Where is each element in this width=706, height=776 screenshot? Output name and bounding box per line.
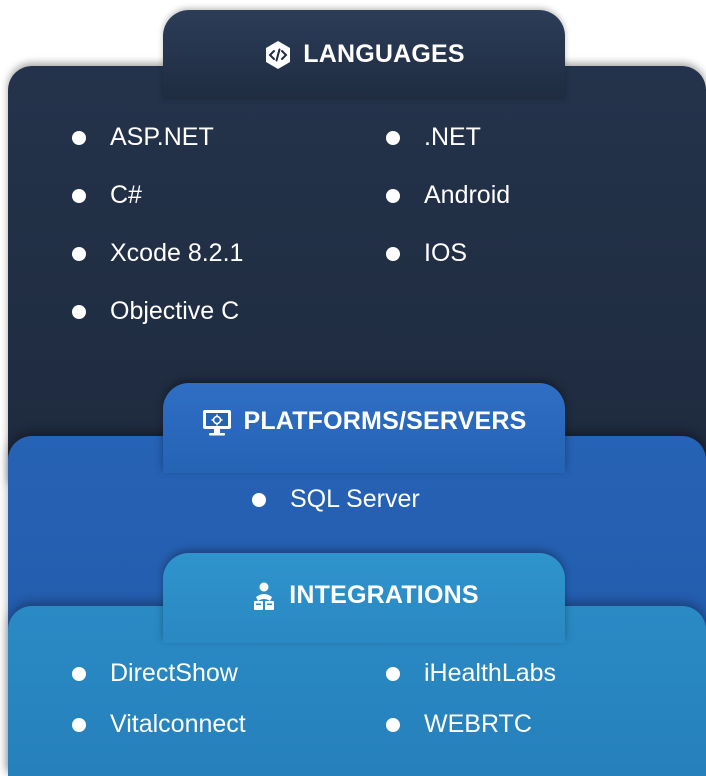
list-item-label: SQL Server bbox=[290, 485, 420, 513]
bullet-icon bbox=[72, 130, 86, 145]
bullet-icon bbox=[386, 246, 400, 261]
integrations-tab: INTEGRATIONS bbox=[163, 553, 565, 643]
list-item: Xcode 8.2.1 bbox=[72, 239, 243, 268]
platforms-title: PLATFORMS/SERVERS bbox=[243, 407, 527, 435]
list-item-label: DirectShow bbox=[110, 659, 238, 687]
bullet-icon bbox=[72, 666, 86, 681]
list-item-label: C# bbox=[110, 181, 142, 209]
code-icon bbox=[263, 40, 293, 70]
list-item: iHealthLabs bbox=[386, 659, 556, 688]
bullet-icon bbox=[386, 666, 400, 681]
bullet-icon bbox=[386, 130, 400, 145]
list-item-label: Android bbox=[424, 181, 511, 209]
list-item: Vitalconnect bbox=[72, 710, 246, 739]
bullet-icon bbox=[252, 492, 266, 507]
list-item: WEBRTC bbox=[386, 710, 532, 739]
list-item-label: iHealthLabs bbox=[424, 659, 557, 687]
list-item-label: Xcode 8.2.1 bbox=[110, 239, 244, 267]
languages-title: LANGUAGES bbox=[303, 40, 465, 68]
list-item-label: Objective C bbox=[110, 297, 240, 325]
bullet-icon bbox=[72, 188, 86, 203]
bullet-icon bbox=[386, 188, 400, 203]
list-item-label: .NET bbox=[424, 123, 481, 151]
list-item: Android bbox=[386, 181, 510, 210]
platforms-tab: PLATFORMS/SERVERS bbox=[163, 383, 565, 473]
list-item-label: ASP.NET bbox=[110, 123, 214, 151]
bullet-icon bbox=[386, 717, 400, 732]
list-item: Objective C bbox=[72, 297, 239, 326]
list-item: C# bbox=[72, 181, 142, 210]
list-item: DirectShow bbox=[72, 659, 238, 688]
bullet-icon bbox=[72, 246, 86, 261]
list-item: SQL Server bbox=[252, 485, 420, 514]
server-monitor-icon bbox=[201, 407, 233, 437]
languages-tab: LANGUAGES bbox=[163, 10, 565, 100]
bullet-icon bbox=[72, 304, 86, 319]
integration-person-icon bbox=[249, 581, 279, 613]
list-item: .NET bbox=[386, 123, 481, 152]
list-item-label: WEBRTC bbox=[424, 710, 532, 738]
list-item: ASP.NET bbox=[72, 123, 214, 152]
list-item: IOS bbox=[386, 239, 467, 268]
integrations-title: INTEGRATIONS bbox=[289, 581, 479, 609]
bullet-icon bbox=[72, 717, 86, 732]
list-item-label: IOS bbox=[424, 239, 468, 267]
list-item-label: Vitalconnect bbox=[110, 710, 246, 738]
